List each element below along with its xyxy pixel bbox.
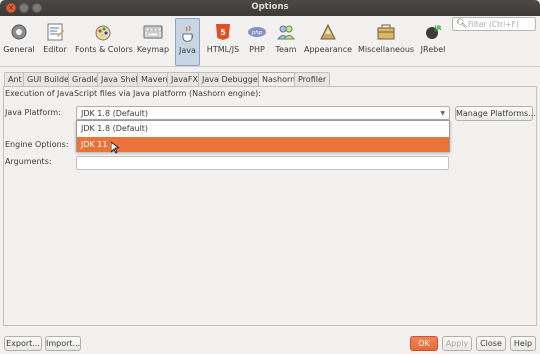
appearance-icon xyxy=(318,22,338,42)
tab-java-debugger[interactable]: Java Debugger xyxy=(198,72,266,86)
toolbar-divider xyxy=(0,66,540,67)
close-button[interactable]: Close xyxy=(476,336,506,351)
chevron-down-icon: ▼ xyxy=(440,110,445,117)
category-appearance[interactable]: Appearance xyxy=(304,18,352,66)
miscellaneous-icon xyxy=(376,22,396,42)
java-platform-combo[interactable]: JDK 1.8 (Default) ▼ xyxy=(76,106,450,120)
category-php[interactable]: php PHP xyxy=(246,18,268,66)
svg-text:5: 5 xyxy=(220,28,226,37)
search-icon: 🔍︎ xyxy=(456,19,468,29)
panel-description: Execution of JavaScript files via Java p… xyxy=(5,89,261,98)
ok-button[interactable]: OK xyxy=(410,336,438,351)
java-platform-value: JDK 1.8 (Default) xyxy=(81,109,149,118)
category-team[interactable]: Team xyxy=(272,18,300,66)
jrebel-icon: JR xyxy=(423,22,443,42)
java-icon xyxy=(178,23,198,43)
editor-icon xyxy=(45,22,65,42)
mouse-cursor-icon xyxy=(110,141,121,156)
php-icon: php xyxy=(247,22,267,42)
category-fonts-colors[interactable]: Fonts & Colors xyxy=(75,18,133,66)
html5-icon: 5 xyxy=(213,22,233,42)
keymap-icon xyxy=(143,22,163,42)
category-keymap[interactable]: Keymap xyxy=(135,18,171,66)
category-general[interactable]: General xyxy=(3,18,35,66)
tab-javafx[interactable]: JavaFX xyxy=(167,72,202,86)
apply-button[interactable]: Apply xyxy=(442,336,472,351)
arguments-field[interactable] xyxy=(76,156,449,170)
team-icon xyxy=(276,22,296,42)
dropdown-option-jdk-11[interactable]: JDK 11 xyxy=(77,137,449,152)
manage-platforms-button[interactable]: Manage Platforms... xyxy=(455,106,536,121)
export-button[interactable]: Export... xyxy=(4,336,42,351)
category-jrebel[interactable]: JR JRebel xyxy=(418,18,448,66)
title-bar: × Options xyxy=(0,0,540,16)
search-input[interactable]: 🔍︎ Filter (Ctrl+F) xyxy=(452,17,536,31)
import-button[interactable]: Import... xyxy=(45,336,81,351)
category-html-js[interactable]: 5 HTML/JS xyxy=(204,18,242,66)
search-placeholder: Filter (Ctrl+F) xyxy=(468,20,519,29)
category-miscellaneous[interactable]: Miscellaneous xyxy=(358,18,414,66)
java-platform-dropdown: JDK 1.8 (Default) JDK 11 xyxy=(76,120,450,152)
dropdown-option-jdk-1-8[interactable]: JDK 1.8 (Default) xyxy=(77,121,449,136)
java-platform-label: Java Platform: xyxy=(5,108,61,117)
general-icon xyxy=(9,22,29,42)
fonts-colors-icon xyxy=(93,22,113,42)
arguments-label: Arguments: xyxy=(5,157,52,166)
category-editor[interactable]: Editor xyxy=(40,18,70,66)
tab-profiler[interactable]: Profiler xyxy=(294,72,331,86)
svg-text:php: php xyxy=(251,30,263,36)
category-java[interactable]: Java xyxy=(175,18,200,66)
svg-text:JR: JR xyxy=(434,25,442,32)
engine-options-label: Engine Options: xyxy=(5,140,69,149)
window-title: Options xyxy=(251,2,289,12)
help-button[interactable]: Help xyxy=(510,336,536,351)
